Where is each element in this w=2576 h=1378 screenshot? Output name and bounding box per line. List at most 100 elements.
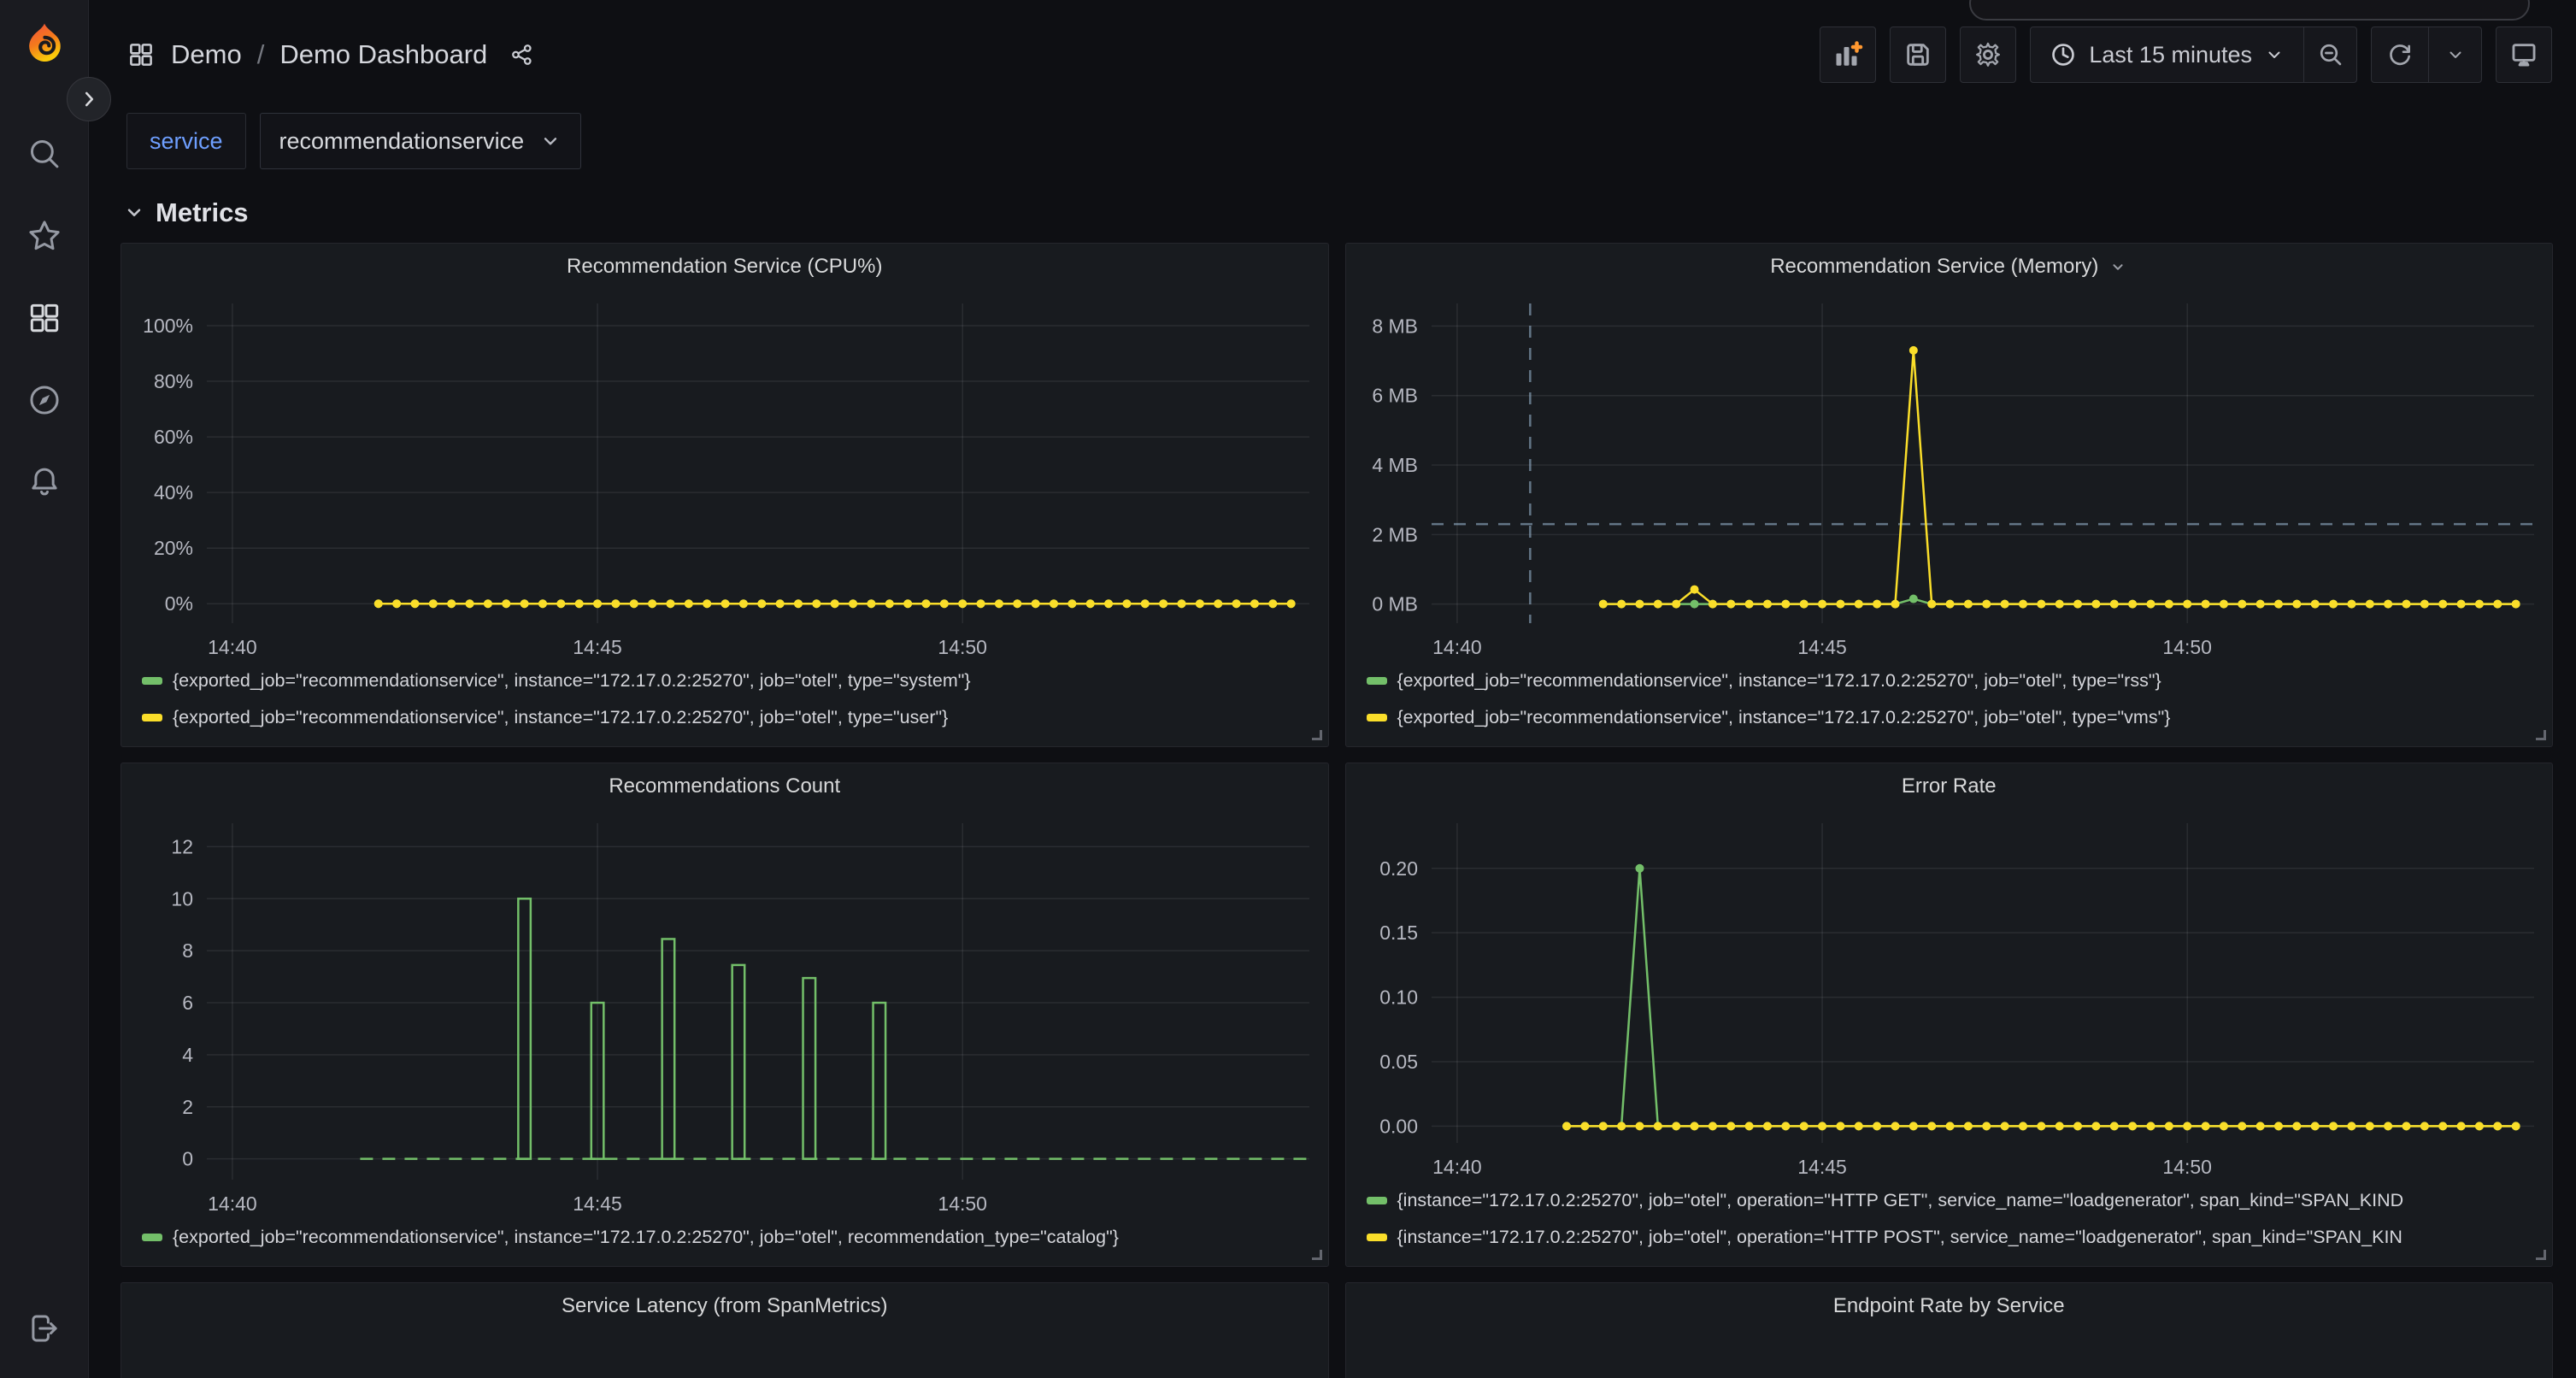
- panel-service-latency: Service Latency (from SpanMetrics): [121, 1282, 1329, 1378]
- dashboard-toolbar: Last 15 minutes: [1820, 26, 2552, 83]
- dashboard-settings-button[interactable]: [1960, 26, 2016, 83]
- refresh-interval-dropdown[interactable]: [2428, 27, 2481, 82]
- add-panel-icon: [1832, 39, 1863, 70]
- breadcrumb-page: Demo Dashboard: [279, 39, 487, 70]
- svg-text:0.15: 0.15: [1379, 922, 1418, 944]
- panel-title[interactable]: Endpoint Rate by Service: [1346, 1283, 2553, 1329]
- svg-text:14:50: 14:50: [2162, 636, 2212, 658]
- metrics-section-header[interactable]: Metrics: [89, 169, 2576, 229]
- panel-title-text: Error Rate: [1902, 774, 1997, 798]
- sidebar-nav: [21, 130, 68, 506]
- svg-text:10: 10: [171, 887, 193, 910]
- chevron-down-icon: [2445, 44, 2466, 65]
- svg-text:0: 0: [182, 1148, 193, 1170]
- star-icon: [26, 218, 62, 254]
- legend-item[interactable]: {exported_job="recommendationservice", i…: [142, 699, 1320, 736]
- variable-label-box: service: [126, 113, 246, 169]
- panel-resize-handle[interactable]: [1312, 730, 1322, 740]
- sidebar-item-alerting[interactable]: [21, 458, 68, 506]
- clock-icon: [2050, 41, 2077, 68]
- legend-label: {exported_job="recommendationservice", i…: [173, 1227, 1119, 1248]
- panel-resize-handle[interactable]: [2536, 1250, 2546, 1260]
- save-dashboard-button[interactable]: [1890, 26, 1946, 83]
- browser-overlay-shape: [1969, 0, 2530, 21]
- time-zoom-out-button[interactable]: [2303, 27, 2356, 82]
- panel-resize-handle[interactable]: [2536, 730, 2546, 740]
- error-rate-chart[interactable]: 0.000.050.100.150.2014:4014:4514:50: [1356, 810, 2543, 1182]
- error-rate-legend: {instance="172.17.0.2:25270", job="otel"…: [1346, 1182, 2553, 1266]
- svg-text:8: 8: [182, 939, 193, 962]
- chevron-down-icon: [539, 130, 562, 152]
- cpu-chart[interactable]: 0%20%40%60%80%100%14:4014:4514:50: [132, 290, 1318, 662]
- recommendations-count-legend: {exported_job="recommendationservice", i…: [121, 1219, 1328, 1266]
- svg-text:4: 4: [182, 1044, 193, 1066]
- sign-out-icon: [26, 1310, 62, 1346]
- legend-item[interactable]: {exported_job="recommendationservice", i…: [1367, 699, 2544, 736]
- zoom-out-icon: [2317, 41, 2344, 68]
- svg-text:14:50: 14:50: [938, 1192, 987, 1215]
- panel-title[interactable]: Error Rate: [1346, 763, 2553, 810]
- svg-text:0.20: 0.20: [1379, 857, 1418, 880]
- svg-text:20%: 20%: [154, 537, 193, 559]
- panel-title[interactable]: Service Latency (from SpanMetrics): [121, 1283, 1328, 1329]
- time-range-picker[interactable]: Last 15 minutes: [2031, 27, 2303, 82]
- add-panel-button[interactable]: [1820, 26, 1876, 83]
- panel-resize-handle[interactable]: [1312, 1250, 1322, 1260]
- svg-text:2 MB: 2 MB: [1372, 523, 1418, 545]
- memory-chart[interactable]: 0 MB2 MB4 MB6 MB8 MB14:4014:4514:50: [1356, 290, 2543, 662]
- svg-text:100%: 100%: [143, 315, 193, 337]
- variable-value-dropdown[interactable]: recommendationservice: [260, 113, 582, 169]
- sidebar-item-explore[interactable]: [21, 376, 68, 424]
- svg-text:6 MB: 6 MB: [1372, 385, 1418, 407]
- legend-swatch-icon: [1367, 1234, 1387, 1241]
- legend-item[interactable]: {instance="172.17.0.2:25270", job="otel"…: [1367, 1219, 2544, 1256]
- search-icon: [26, 136, 62, 172]
- sidebar-item-dashboards[interactable]: [21, 294, 68, 342]
- refresh-button[interactable]: [2372, 27, 2428, 82]
- panel-recommendations-count: Recommendations Count 02468101214:4014:4…: [121, 763, 1329, 1267]
- svg-text:40%: 40%: [154, 481, 193, 504]
- panel-title[interactable]: Recommendations Count: [121, 763, 1328, 810]
- sidebar-item-search[interactable]: [21, 130, 68, 178]
- dashboard-grid-icon: [126, 40, 156, 69]
- sidebar-expand-button[interactable]: [67, 77, 111, 121]
- dashboards-grid-icon: [26, 300, 62, 336]
- svg-text:0%: 0%: [165, 592, 193, 615]
- svg-text:8 MB: 8 MB: [1372, 315, 1418, 337]
- grafana-logo[interactable]: [20, 21, 69, 70]
- chevron-down-icon: [123, 202, 145, 224]
- monitor-icon: [2509, 40, 2538, 69]
- legend-item[interactable]: {instance="172.17.0.2:25270", job="otel"…: [1367, 1182, 2544, 1219]
- main-area: Demo / Demo Dashboard: [89, 0, 2576, 1378]
- svg-text:14:50: 14:50: [2162, 1156, 2212, 1178]
- legend-label: {exported_job="recommendationservice", i…: [1397, 670, 2161, 692]
- panel-error-rate: Error Rate 0.000.050.100.150.2014:4014:4…: [1345, 763, 2554, 1267]
- grafana-app: Demo / Demo Dashboard: [0, 0, 2576, 1378]
- kiosk-mode-button[interactable]: [2496, 26, 2552, 83]
- svg-text:80%: 80%: [154, 370, 193, 392]
- breadcrumb-separator: /: [257, 39, 265, 70]
- recommendations-count-chart[interactable]: 02468101214:4014:4514:50: [132, 810, 1318, 1219]
- legend-item[interactable]: {exported_job="recommendationservice", i…: [142, 662, 1320, 699]
- sidebar-item-starred[interactable]: [21, 212, 68, 260]
- sidebar-item-sign-out[interactable]: [21, 1304, 68, 1352]
- svg-text:0.05: 0.05: [1379, 1051, 1418, 1073]
- share-icon[interactable]: [509, 42, 535, 68]
- legend-item[interactable]: {exported_job="recommendationservice", i…: [1367, 662, 2544, 699]
- panel-title[interactable]: Recommendation Service (CPU%): [121, 244, 1328, 290]
- legend-label: {exported_job="recommendationservice", i…: [173, 707, 948, 728]
- panel-menu-chevron-icon[interactable]: [2108, 257, 2127, 276]
- svg-text:0 MB: 0 MB: [1372, 593, 1418, 615]
- panel-title[interactable]: Recommendation Service (Memory): [1346, 244, 2553, 290]
- section-title: Metrics: [156, 197, 249, 228]
- bell-icon: [26, 464, 62, 500]
- legend-item[interactable]: {exported_job="recommendationservice", i…: [142, 1219, 1320, 1256]
- breadcrumb-section[interactable]: Demo: [171, 39, 242, 70]
- panel-cpu: Recommendation Service (CPU%) 0%20%40%60…: [121, 243, 1329, 747]
- refresh-icon: [2386, 41, 2414, 68]
- panel-title-text: Recommendations Count: [609, 774, 840, 798]
- panel-endpoint-rate: Endpoint Rate by Service: [1345, 1282, 2554, 1378]
- svg-text:2: 2: [182, 1096, 193, 1118]
- variable-label[interactable]: service: [127, 128, 245, 155]
- legend-swatch-icon: [142, 677, 162, 685]
